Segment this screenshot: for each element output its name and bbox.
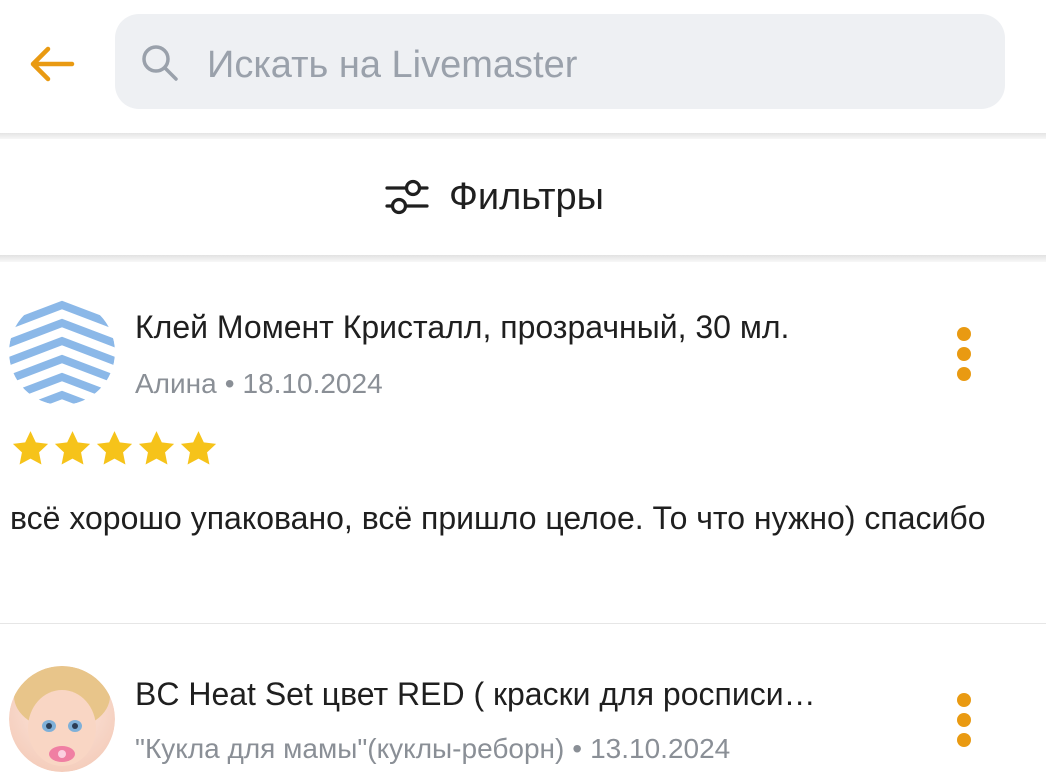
- review-divider: [0, 623, 1046, 624]
- filter-divider: [0, 255, 1046, 262]
- avatar[interactable]: [9, 666, 115, 772]
- dot-icon: [957, 733, 971, 747]
- star-icon: [138, 431, 175, 465]
- product-title-link[interactable]: BC Heat Set цвет RED ( краски для роспис…: [135, 676, 915, 713]
- arrow-left-icon: [30, 46, 75, 82]
- review-meta: Алина • 18.10.2024: [135, 368, 383, 400]
- star-icon: [180, 431, 217, 465]
- striped-logo-avatar: [9, 299, 115, 405]
- more-options-button[interactable]: [942, 688, 986, 760]
- filters-button[interactable]: Фильтры: [383, 164, 604, 230]
- star-icon: [12, 431, 49, 465]
- meta-separator: •: [572, 733, 583, 764]
- review-meta: "Кукла для мамы"(куклы-реборн) • 13.10.202…: [135, 733, 730, 765]
- review-text: всё хорошо упаковано, всё пришло целое. …: [10, 500, 986, 536]
- dot-icon: [957, 693, 971, 707]
- star-icon: [96, 431, 133, 465]
- dot-icon: [957, 327, 971, 341]
- more-options-button[interactable]: [942, 322, 986, 394]
- review-date: 13.10.2024: [590, 733, 731, 764]
- avatar[interactable]: [9, 299, 115, 405]
- meta-separator: •: [224, 368, 235, 399]
- author-name: Алина: [135, 368, 217, 399]
- star-icon: [54, 431, 91, 465]
- sliders-icon: [385, 179, 429, 215]
- product-title-link[interactable]: Клей Момент Кристалл, прозрачный, 30 мл.: [135, 309, 915, 346]
- doll-photo-avatar: [9, 666, 115, 772]
- dot-icon: [957, 713, 971, 727]
- dot-icon: [957, 367, 971, 381]
- star-rating: [10, 428, 219, 472]
- back-button[interactable]: [22, 38, 80, 90]
- search-icon: [142, 45, 178, 81]
- review-date: 18.10.2024: [242, 368, 383, 399]
- filters-label: Фильтры: [449, 175, 604, 218]
- search-input[interactable]: [205, 34, 969, 96]
- dot-icon: [957, 347, 971, 361]
- author-name: "Кукла для мамы"(куклы-реборн): [135, 733, 565, 764]
